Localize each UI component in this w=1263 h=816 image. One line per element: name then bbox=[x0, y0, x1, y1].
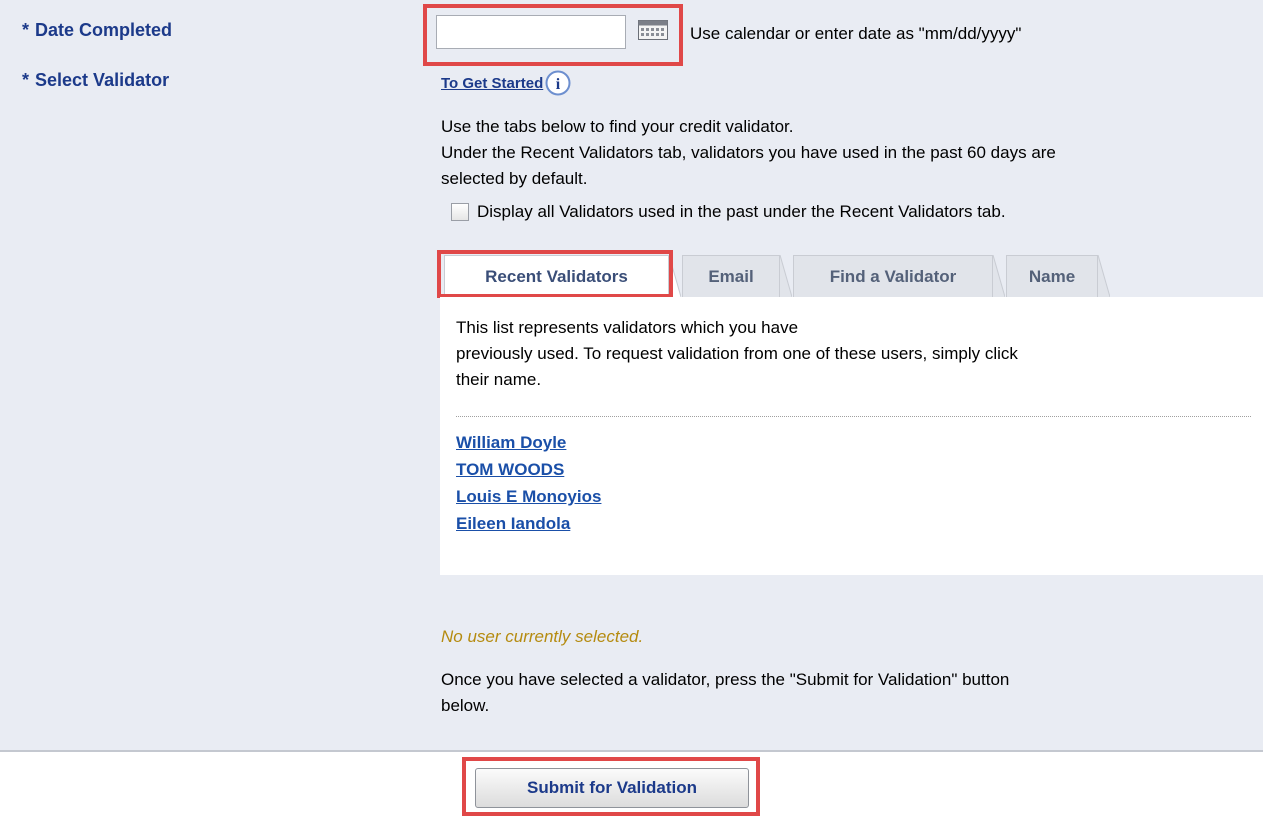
display-all-validators-label: Display all Validators used in the past … bbox=[477, 202, 1006, 221]
tab-corner bbox=[1098, 255, 1110, 297]
tab-corner bbox=[993, 255, 1005, 297]
display-all-validators-row: Display all Validators used in the past … bbox=[451, 202, 1006, 222]
date-completed-label-text: Date Completed bbox=[35, 20, 173, 40]
tab-corner bbox=[780, 255, 792, 297]
get-started: To Get Started i bbox=[441, 70, 571, 96]
submit-instructions-line-1: Once you have selected a validator, pres… bbox=[441, 670, 1010, 689]
required-marker: * bbox=[22, 70, 30, 90]
validator-link[interactable]: Eileen Iandola bbox=[456, 514, 570, 534]
info-icon[interactable]: i bbox=[545, 70, 571, 96]
tab-highlight-box bbox=[437, 250, 673, 298]
required-marker: * bbox=[22, 20, 30, 40]
get-started-link[interactable]: To Get Started bbox=[441, 75, 543, 92]
submit-instructions-line-2: below. bbox=[441, 696, 490, 715]
submit-instructions: Once you have selected a validator, pres… bbox=[441, 667, 1231, 719]
display-all-validators-checkbox[interactable] bbox=[451, 203, 469, 221]
validator-link[interactable]: TOM WOODS bbox=[456, 460, 564, 480]
panel-text-line-3: their name. bbox=[456, 370, 542, 389]
panel-description: This list represents validators which yo… bbox=[456, 315, 1236, 393]
tab-email[interactable]: Email bbox=[682, 255, 780, 297]
instruction-line-3: selected by default. bbox=[441, 169, 588, 188]
date-format-hint: Use calendar or enter date as "mm/dd/yyy… bbox=[690, 24, 1022, 43]
panel-text-line-2: previously used. To request validation f… bbox=[456, 344, 1018, 363]
tab-find-a-validator[interactable]: Find a Validator bbox=[793, 255, 993, 297]
panel-text-line-1: This list represents validators which yo… bbox=[456, 318, 799, 337]
info-glyph: i bbox=[556, 76, 561, 93]
validator-link[interactable]: William Doyle bbox=[456, 433, 566, 453]
instruction-line-2: Under the Recent Validators tab, validat… bbox=[441, 143, 1056, 162]
select-validator-label-text: Select Validator bbox=[35, 70, 170, 90]
validation-form: * Date Completed * Select Validator Use ca… bbox=[0, 0, 1263, 752]
selection-status: No user currently selected. bbox=[441, 627, 644, 646]
divider bbox=[456, 416, 1251, 417]
instruction-line-1: Use the tabs below to find your credit v… bbox=[441, 117, 794, 136]
date-completed-label: * Date Completed bbox=[22, 20, 172, 41]
submit-highlight-box bbox=[462, 757, 760, 816]
validator-link[interactable]: Louis E Monoyios bbox=[456, 487, 601, 507]
select-validator-label: * Select Validator bbox=[22, 70, 169, 91]
tab-name[interactable]: Name bbox=[1006, 255, 1098, 297]
recent-validators-panel: This list represents validators which yo… bbox=[440, 297, 1263, 575]
date-highlight-box bbox=[423, 4, 683, 66]
